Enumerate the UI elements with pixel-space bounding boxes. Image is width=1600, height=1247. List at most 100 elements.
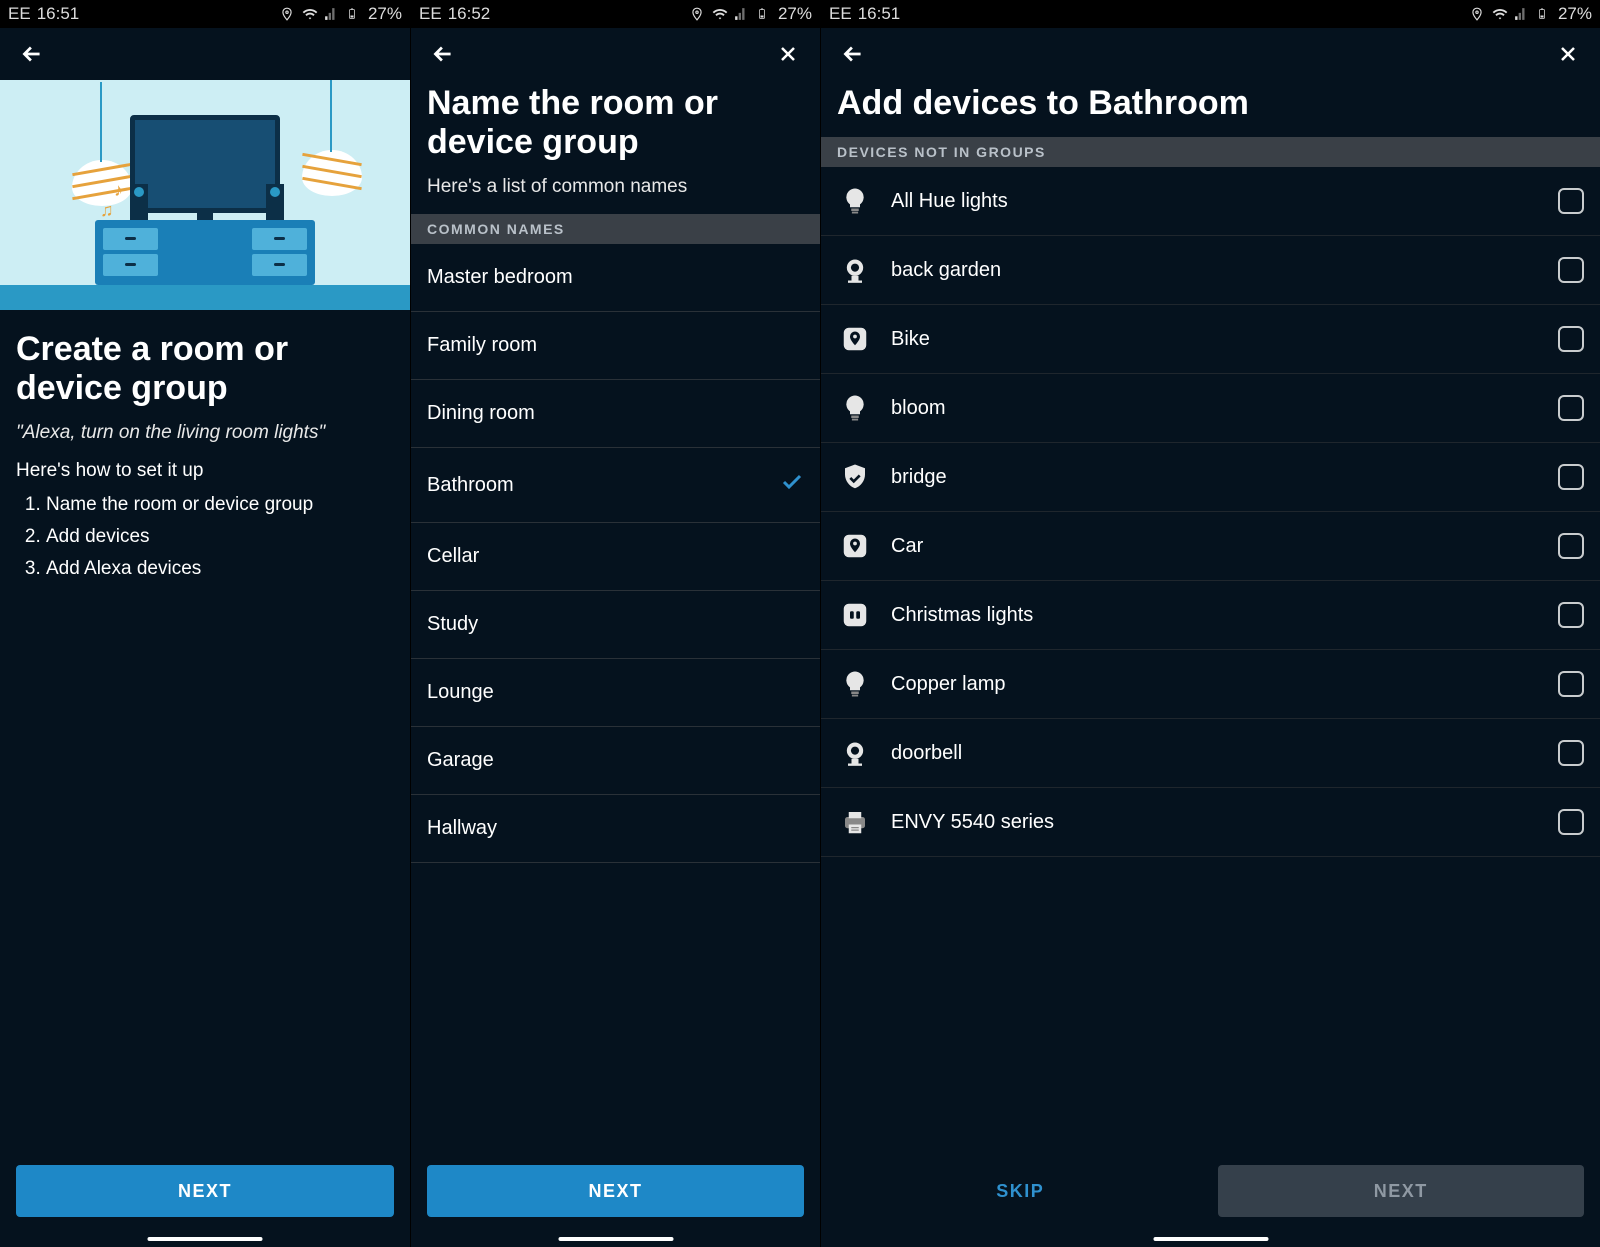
status-bar: EE 16:51 27%: [821, 0, 1600, 28]
device-label: doorbell: [891, 742, 1540, 765]
signal-icon: [1514, 6, 1530, 22]
device-row[interactable]: Car: [821, 512, 1600, 581]
plug-icon: [837, 597, 873, 633]
camera-icon: [837, 252, 873, 288]
status-bar: EE 16:52 27%: [411, 0, 820, 28]
device-checkbox[interactable]: [1558, 533, 1584, 559]
location-icon: [1470, 6, 1486, 22]
status-bar: EE 16:51 27%: [0, 0, 410, 28]
room-illustration: ♫ ♪: [0, 80, 410, 310]
bulb-icon: [837, 390, 873, 426]
device-label: Copper lamp: [891, 673, 1540, 696]
room-name-label: Bathroom: [427, 474, 514, 497]
location-icon: [690, 6, 706, 22]
room-name-option[interactable]: Dining room: [411, 380, 820, 448]
status-time: 16:51: [37, 4, 80, 24]
device-checkbox[interactable]: [1558, 188, 1584, 214]
step-item: Add Alexa devices: [46, 558, 394, 580]
home-indicator[interactable]: [1153, 1237, 1268, 1241]
device-row[interactable]: back garden: [821, 236, 1600, 305]
close-button[interactable]: [1552, 38, 1584, 70]
device-checkbox[interactable]: [1558, 257, 1584, 283]
room-name-label: Hallway: [427, 817, 497, 840]
wifi-icon: [712, 6, 728, 22]
battery-icon: [1536, 6, 1552, 22]
back-button[interactable]: [837, 38, 869, 70]
room-name-option[interactable]: Lounge: [411, 659, 820, 727]
back-button[interactable]: [427, 38, 459, 70]
setup-subhead: Here's how to set it up: [16, 460, 394, 482]
skip-button[interactable]: SKIP: [837, 1165, 1204, 1217]
bulb-icon: [837, 666, 873, 702]
wifi-icon: [302, 6, 318, 22]
room-name-option[interactable]: Bathroom: [411, 448, 820, 523]
back-button[interactable]: [16, 38, 48, 70]
device-row[interactable]: doorbell: [821, 719, 1600, 788]
signal-icon: [324, 6, 340, 22]
room-name-label: Study: [427, 613, 478, 636]
device-checkbox[interactable]: [1558, 395, 1584, 421]
device-checkbox[interactable]: [1558, 671, 1584, 697]
location-icon: [280, 6, 296, 22]
wifi-icon: [1492, 6, 1508, 22]
next-button[interactable]: NEXT: [1218, 1165, 1585, 1217]
home-indicator[interactable]: [558, 1237, 673, 1241]
status-time: 16:52: [448, 4, 491, 24]
section-header-devices: DEVICES NOT IN GROUPS: [821, 137, 1600, 167]
device-checkbox[interactable]: [1558, 464, 1584, 490]
section-header-common-names: COMMON NAMES: [411, 214, 820, 244]
device-row[interactable]: ENVY 5540 series: [821, 788, 1600, 857]
signal-icon: [734, 6, 750, 22]
tile-icon: [837, 528, 873, 564]
device-row[interactable]: Christmas lights: [821, 581, 1600, 650]
carrier-label: EE: [8, 4, 31, 24]
device-checkbox[interactable]: [1558, 602, 1584, 628]
device-row[interactable]: Bike: [821, 305, 1600, 374]
room-name-label: Cellar: [427, 545, 479, 568]
device-label: back garden: [891, 259, 1540, 282]
device-row[interactable]: All Hue lights: [821, 167, 1600, 236]
battery-icon: [346, 6, 362, 22]
next-button[interactable]: NEXT: [427, 1165, 804, 1217]
device-row[interactable]: Copper lamp: [821, 650, 1600, 719]
next-button[interactable]: NEXT: [16, 1165, 394, 1217]
device-checkbox[interactable]: [1558, 740, 1584, 766]
page-subtitle: Here's a list of common names: [427, 176, 804, 198]
setup-steps: Name the room or device group Add device…: [16, 494, 394, 580]
device-checkbox[interactable]: [1558, 326, 1584, 352]
room-name-option[interactable]: Garage: [411, 727, 820, 795]
close-button[interactable]: [772, 38, 804, 70]
bulb-icon: [837, 183, 873, 219]
carrier-label: EE: [419, 4, 442, 24]
room-name-option[interactable]: Family room: [411, 312, 820, 380]
page-title: Create a room or device group: [16, 330, 394, 408]
battery-pct: 27%: [368, 4, 402, 24]
device-label: Bike: [891, 328, 1540, 351]
device-label: bloom: [891, 397, 1540, 420]
carrier-label: EE: [829, 4, 852, 24]
home-indicator[interactable]: [148, 1237, 263, 1241]
battery-pct: 27%: [778, 4, 812, 24]
room-name-label: Family room: [427, 334, 537, 357]
status-time: 16:51: [858, 4, 901, 24]
battery-pct: 27%: [1558, 4, 1592, 24]
device-label: Car: [891, 535, 1540, 558]
printer-icon: [837, 804, 873, 840]
step-item: Name the room or device group: [46, 494, 394, 516]
room-name-label: Garage: [427, 749, 494, 772]
tile-icon: [837, 321, 873, 357]
camera-icon: [837, 735, 873, 771]
room-name-option[interactable]: Cellar: [411, 523, 820, 591]
room-name-option[interactable]: Study: [411, 591, 820, 659]
battery-icon: [756, 6, 772, 22]
room-name-option[interactable]: Hallway: [411, 795, 820, 863]
room-name-label: Dining room: [427, 402, 535, 425]
room-name-label: Lounge: [427, 681, 494, 704]
device-checkbox[interactable]: [1558, 809, 1584, 835]
device-label: All Hue lights: [891, 190, 1540, 213]
room-name-label: Master bedroom: [427, 266, 573, 289]
device-row[interactable]: bridge: [821, 443, 1600, 512]
device-row[interactable]: bloom: [821, 374, 1600, 443]
room-name-option[interactable]: Master bedroom: [411, 244, 820, 312]
example-quote: "Alexa, turn on the living room lights": [16, 422, 394, 444]
